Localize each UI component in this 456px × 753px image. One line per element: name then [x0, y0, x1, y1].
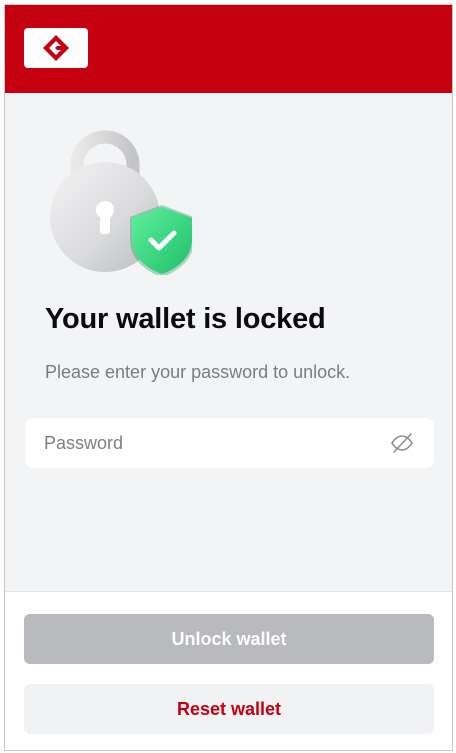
eye-off-icon[interactable]	[390, 431, 414, 455]
page-title: Your wallet is locked	[45, 303, 326, 335]
app-header	[5, 5, 452, 93]
brand-logo-icon	[43, 35, 69, 61]
reset-wallet-button[interactable]: Reset wallet	[24, 684, 434, 734]
page-subtitle: Please enter your password to unlock.	[45, 362, 351, 382]
password-field	[25, 418, 434, 468]
locked-illustration	[47, 125, 194, 277]
shield-check-icon	[130, 205, 194, 277]
brand-logo	[24, 28, 88, 68]
password-input[interactable]	[25, 418, 434, 468]
wallet-popup: Your wallet is locked Please enter your …	[4, 4, 453, 751]
action-footer: Unlock wallet Reset wallet	[5, 591, 452, 750]
unlock-wallet-button[interactable]: Unlock wallet	[24, 614, 434, 664]
